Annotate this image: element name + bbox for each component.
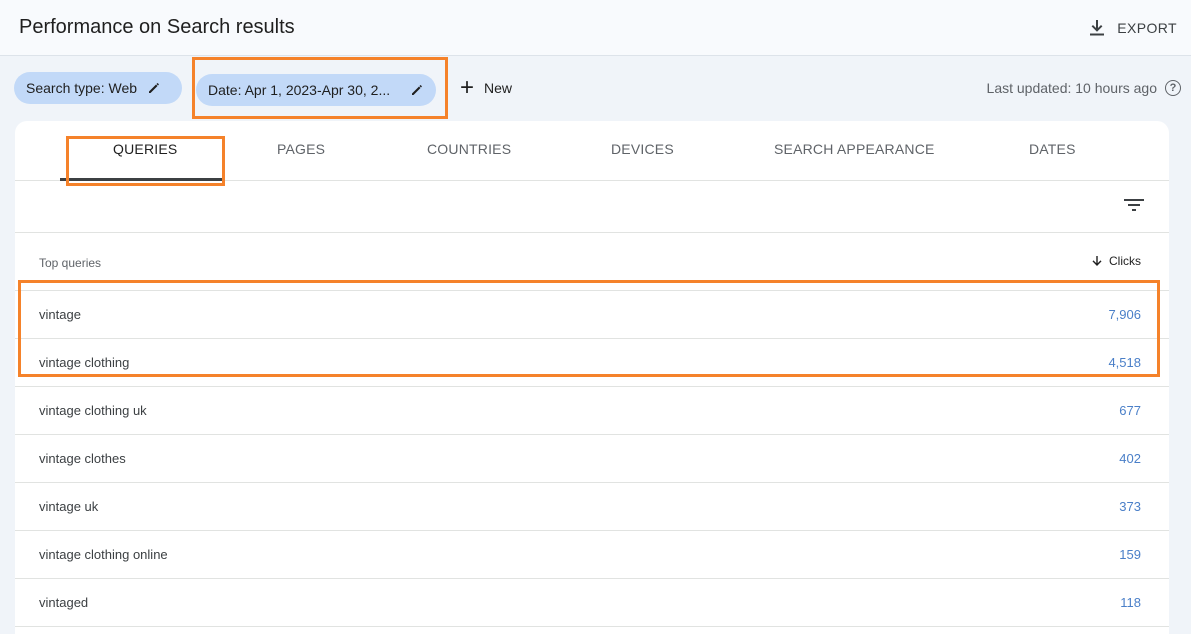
clicks-value: 402 <box>1119 451 1141 466</box>
clicks-value: 7,906 <box>1108 307 1141 322</box>
tab-dates[interactable]: DATES <box>1029 141 1076 157</box>
clicks-value: 373 <box>1119 499 1141 514</box>
help-circle-icon[interactable]: ? <box>1165 80 1181 96</box>
search-type-chip[interactable]: Search type: Web <box>14 72 182 104</box>
table-toolbar <box>15 181 1169 233</box>
query-text: vintage <box>39 307 81 322</box>
tab-search-appearance[interactable]: SEARCH APPEARANCE <box>774 141 935 157</box>
clicks-value: 159 <box>1119 547 1141 562</box>
tab-devices[interactable]: DEVICES <box>611 141 674 157</box>
new-filter-button[interactable]: + New <box>460 76 512 100</box>
date-label: Date: Apr 1, 2023-Apr 30, 2... <box>208 81 391 98</box>
pencil-icon <box>149 83 159 93</box>
export-button[interactable]: EXPORT <box>1087 18 1177 38</box>
new-label: New <box>484 80 513 96</box>
plus-icon: + <box>460 74 475 101</box>
table-row[interactable]: vintage clothing 4,518 <box>15 339 1169 387</box>
last-updated: Last updated: 10 hours ago ? <box>987 80 1181 96</box>
download-icon <box>1090 19 1105 35</box>
page-title: Performance on Search results <box>19 16 295 38</box>
clicks-value: 118 <box>1120 595 1141 610</box>
column-header-query: Top queries <box>39 256 102 270</box>
filter-lines-icon[interactable] <box>1123 196 1145 214</box>
header: Performance on Search results EXPORT <box>0 0 1191 56</box>
tab-countries[interactable]: COUNTRIES <box>427 141 511 157</box>
table-row[interactable]: vintage uk 373 <box>15 483 1169 531</box>
table-row[interactable]: vintage clothes 402 <box>15 435 1169 483</box>
query-text: vintage uk <box>39 499 99 514</box>
query-text: vintaged <box>39 595 89 610</box>
pencil-icon <box>412 84 422 95</box>
report-card: QUERIES PAGES COUNTRIES DEVICES SEARCH A… <box>15 121 1169 634</box>
clicks-value: 4,518 <box>1108 355 1141 370</box>
search-type-label: Search type: Web <box>26 80 138 96</box>
export-label: EXPORT <box>1117 19 1177 36</box>
tab-highlight-box <box>66 136 225 186</box>
query-text: vintage clothes <box>39 451 126 466</box>
last-updated-text: Last updated: 10 hours ago <box>986 80 1157 96</box>
table-row[interactable]: vintage clothing online 159 <box>15 531 1169 579</box>
query-text: vintage clothing <box>39 355 130 370</box>
clicks-value: 677 <box>1119 403 1141 418</box>
query-text: vintage clothing online <box>39 547 168 562</box>
column-header-clicks[interactable]: Clicks <box>1091 254 1141 268</box>
query-text: vintage clothing uk <box>39 403 147 418</box>
tab-bar: QUERIES PAGES COUNTRIES DEVICES SEARCH A… <box>15 121 1169 186</box>
table-row[interactable]: vintage 7,906 <box>15 291 1169 339</box>
table-row[interactable]: vintage clothing uk 677 <box>15 387 1169 435</box>
table-header: Top queries Clicks <box>15 234 1169 291</box>
tab-pages[interactable]: PAGES <box>277 141 325 157</box>
arrow-down-icon <box>1092 256 1102 266</box>
table-row[interactable]: vintaged 118 <box>15 579 1169 627</box>
clicks-label: Clicks <box>1109 254 1141 268</box>
filter-bar: Search type: Web Date: Apr 1, 2023-Apr 3… <box>0 56 1191 120</box>
date-chip[interactable]: Date: Apr 1, 2023-Apr 30, 2... <box>196 73 436 106</box>
date-chip-highlight: Date: Apr 1, 2023-Apr 30, 2... <box>192 57 448 119</box>
